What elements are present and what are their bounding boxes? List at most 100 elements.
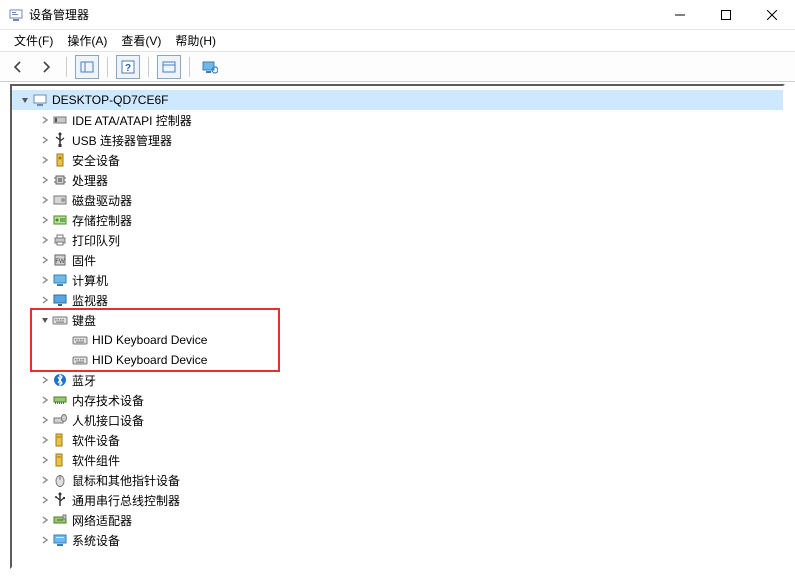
software-icon (52, 432, 68, 448)
device-tree[interactable]: DESKTOP-QD7CE6F IDE ATA/ATAPI 控制器 USB 连接器… (10, 84, 785, 569)
show-hide-tree-button[interactable] (75, 55, 99, 79)
system-icon (52, 532, 68, 548)
software-icon (52, 452, 68, 468)
printer-icon (52, 232, 68, 248)
tree-row[interactable]: 鼠标和其他指针设备 (12, 470, 783, 490)
chevron-right-icon[interactable] (38, 413, 52, 427)
mouse-icon (52, 472, 68, 488)
tree-item-label: 存储控制器 (72, 212, 132, 229)
tree-item-label: HID Keyboard Device (92, 353, 207, 367)
tree-row[interactable]: 软件组件 (12, 450, 783, 470)
chevron-down-icon[interactable] (38, 313, 52, 327)
monitor-icon (52, 292, 68, 308)
tree-item-label: 磁盘驱动器 (72, 192, 132, 209)
tree-row[interactable]: 存储控制器 (12, 210, 783, 230)
tree-row[interactable]: 磁盘驱动器 (12, 190, 783, 210)
tree-row[interactable]: 系统设备 (12, 530, 783, 550)
usbctrl-icon (52, 492, 68, 508)
tree-row[interactable]: 内存技术设备 (12, 390, 783, 410)
menu-action[interactable]: 操作(A) (61, 30, 113, 51)
hid-icon (52, 412, 68, 428)
chevron-right-icon[interactable] (38, 533, 52, 547)
tree-row[interactable]: 软件设备 (12, 430, 783, 450)
menu-file[interactable]: 文件(F) (8, 30, 59, 51)
tree-row[interactable]: FW固件 (12, 250, 783, 270)
close-button[interactable] (749, 0, 795, 29)
tree-item-label: USB 连接器管理器 (72, 132, 172, 149)
tree-row[interactable]: USB 连接器管理器 (12, 130, 783, 150)
tree-row[interactable]: 人机接口设备 (12, 410, 783, 430)
tree-item-label: 系统设备 (72, 532, 120, 549)
tree-row[interactable]: 网络适配器 (12, 510, 783, 530)
scan-hardware-button[interactable] (198, 55, 222, 79)
chevron-right-icon[interactable] (38, 133, 52, 147)
forward-button[interactable] (34, 55, 58, 79)
keyboard-icon (52, 312, 68, 328)
tree-item-label: 监视器 (72, 292, 108, 309)
chevron-right-icon[interactable] (38, 193, 52, 207)
chevron-right-icon[interactable] (38, 293, 52, 307)
titlebar: 设备管理器 (0, 0, 795, 30)
tree-row[interactable]: 打印队列 (12, 230, 783, 250)
tree-root-row[interactable]: DESKTOP-QD7CE6F (12, 90, 783, 110)
toolbar-separator (189, 57, 190, 77)
chevron-right-icon[interactable] (38, 453, 52, 467)
tree-row[interactable]: 监视器 (12, 290, 783, 310)
usb-icon (52, 132, 68, 148)
app-icon (8, 7, 24, 23)
memory-icon (52, 392, 68, 408)
chevron-right-icon[interactable] (38, 233, 52, 247)
maximize-button[interactable] (703, 0, 749, 29)
tree-item-label: 处理器 (72, 172, 108, 189)
toolbar-separator (148, 57, 149, 77)
firmware-icon: FW (52, 252, 68, 268)
tree-row[interactable]: HID Keyboard Device (12, 330, 783, 350)
menu-help[interactable]: 帮助(H) (169, 30, 222, 51)
menu-view[interactable]: 查看(V) (115, 30, 167, 51)
chevron-right-icon[interactable] (38, 253, 52, 267)
tree-row[interactable]: 通用串行总线控制器 (12, 490, 783, 510)
chevron-right-icon[interactable] (38, 513, 52, 527)
tree-row[interactable]: IDE ATA/ATAPI 控制器 (12, 110, 783, 130)
spacer (58, 333, 72, 347)
tree-item-label: 人机接口设备 (72, 412, 144, 429)
chevron-right-icon[interactable] (38, 273, 52, 287)
back-button[interactable] (6, 55, 30, 79)
properties-button[interactable] (157, 55, 181, 79)
tree-item-label: 软件设备 (72, 432, 120, 449)
chevron-down-icon[interactable] (18, 93, 32, 107)
chevron-right-icon[interactable] (38, 473, 52, 487)
bluetooth-icon (52, 372, 68, 388)
tree-item-label: 安全设备 (72, 152, 120, 169)
tree-item-label: 内存技术设备 (72, 392, 144, 409)
toolbar-separator (66, 57, 67, 77)
tree-row[interactable]: HID Keyboard Device (12, 350, 783, 370)
chevron-right-icon[interactable] (38, 373, 52, 387)
cpu-icon (52, 172, 68, 188)
tree-row[interactable]: 处理器 (12, 170, 783, 190)
chevron-right-icon[interactable] (38, 173, 52, 187)
tree-row[interactable]: 安全设备 (12, 150, 783, 170)
tree-row[interactable]: 键盘 (12, 310, 783, 330)
tree-item-label: HID Keyboard Device (92, 333, 207, 347)
tree-item-label: 鼠标和其他指针设备 (72, 472, 180, 489)
tree-row[interactable]: 计算机 (12, 270, 783, 290)
tree-item-label: 计算机 (72, 272, 108, 289)
ide-icon (52, 112, 68, 128)
minimize-button[interactable] (657, 0, 703, 29)
window-controls (657, 0, 795, 29)
chevron-right-icon[interactable] (38, 493, 52, 507)
chevron-right-icon[interactable] (38, 433, 52, 447)
chevron-right-icon[interactable] (38, 393, 52, 407)
tree-item-label: 蓝牙 (72, 372, 96, 389)
chevron-right-icon[interactable] (38, 153, 52, 167)
chevron-right-icon[interactable] (38, 113, 52, 127)
tree-row[interactable]: 蓝牙 (12, 370, 783, 390)
storage-icon (52, 212, 68, 228)
toolbar: ? (0, 52, 795, 82)
help-button[interactable]: ? (116, 55, 140, 79)
svg-text:FW: FW (55, 259, 65, 265)
keyboard-icon (72, 352, 88, 368)
menubar: 文件(F) 操作(A) 查看(V) 帮助(H) (0, 30, 795, 52)
chevron-right-icon[interactable] (38, 213, 52, 227)
